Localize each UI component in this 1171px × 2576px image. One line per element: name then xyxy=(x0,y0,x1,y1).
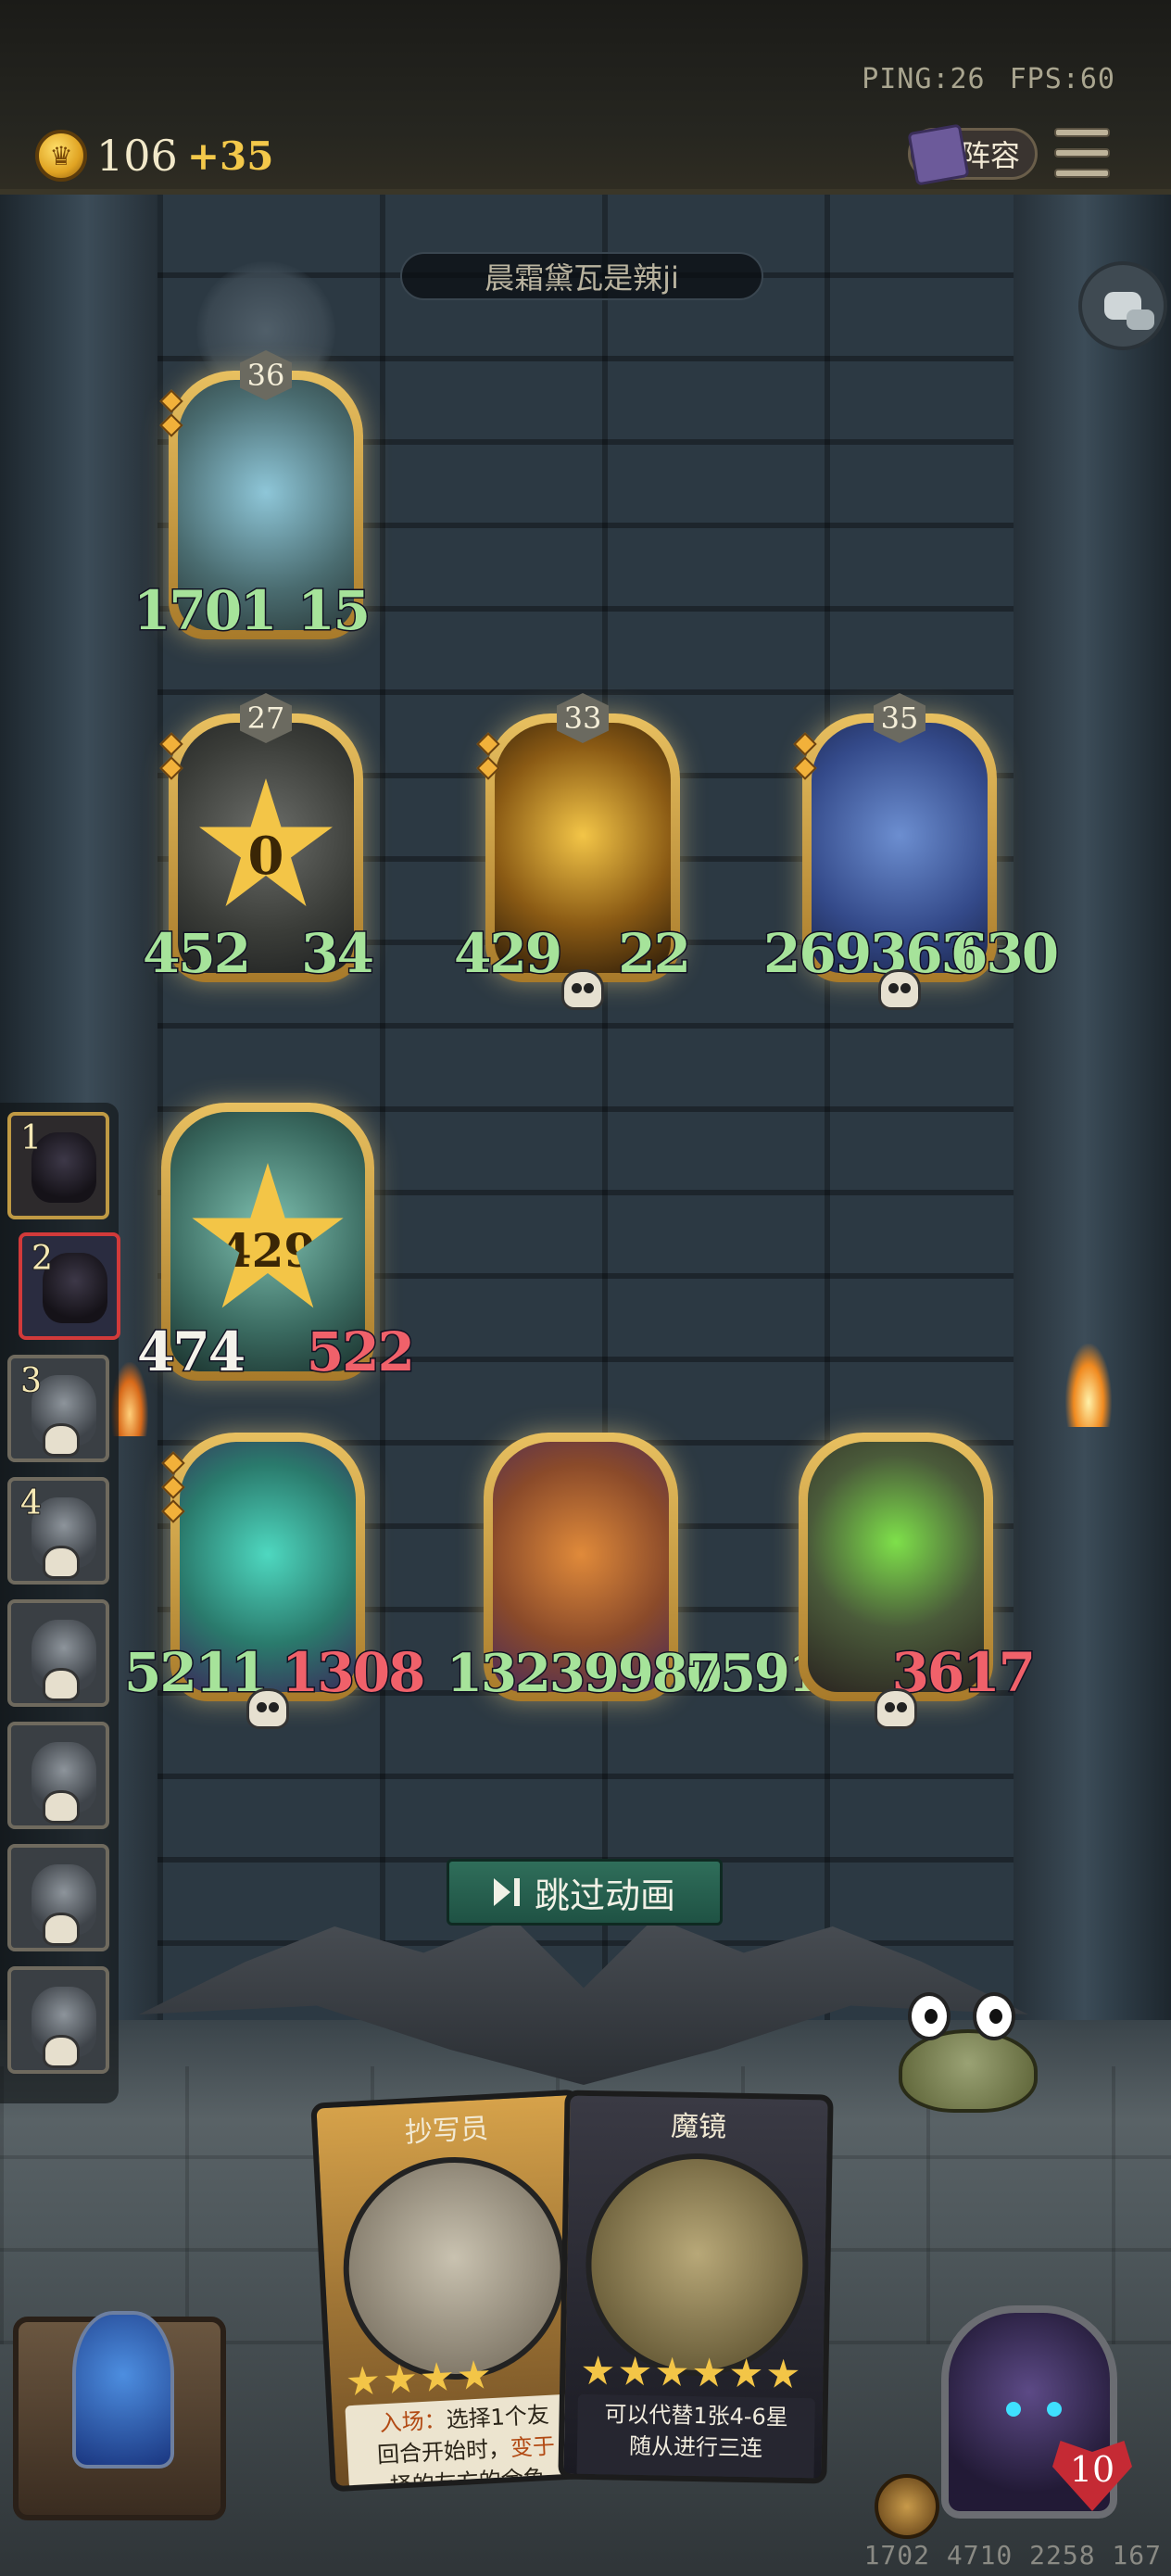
card-stars xyxy=(346,2359,491,2398)
player-minion[interactable]: 3617 xyxy=(799,1433,1038,1729)
pet-chest[interactable] xyxy=(13,2311,226,2520)
player-hero-portrait[interactable]: 10 xyxy=(941,2305,1132,2519)
torch-right xyxy=(1065,1344,1112,1427)
skip-icon xyxy=(493,1878,520,1906)
gold-coin-icon: ♛ xyxy=(35,130,87,182)
crab-pet[interactable] xyxy=(871,1992,1065,2122)
opponent-minion[interactable]: 35 269363 630 xyxy=(762,693,1061,1010)
crab-eye xyxy=(908,1992,951,2040)
right-pillar xyxy=(1014,195,1171,2076)
minion-health: 3617 xyxy=(890,1641,1037,1704)
hand-card[interactable]: 魔镜 可以代替1张4-6星 随从进行三连 xyxy=(558,2090,834,2484)
card-portrait xyxy=(337,2151,572,2386)
crab-eye xyxy=(973,1992,1015,2040)
hand-card[interactable]: 抄写员 入场：选择1个友 回合开始时，变于 择的友方的余鱼 xyxy=(310,2089,599,2493)
network-status: PING:26 FPS:60 xyxy=(862,63,1115,95)
deathrattle-skull-icon xyxy=(246,1688,289,1729)
card-name: 魔镜 xyxy=(670,2110,727,2144)
menu-icon[interactable] xyxy=(1054,128,1110,178)
eliminated-skull-icon xyxy=(43,1546,80,1579)
gold-display: ♛ 106 +35 xyxy=(35,130,273,182)
blue-pet-icon xyxy=(72,2311,174,2469)
minion-health: 522 xyxy=(305,1320,416,1383)
minion-health: 1308 xyxy=(280,1641,426,1704)
minion-health: 630 xyxy=(949,922,1060,985)
eliminated-skull-icon xyxy=(43,1913,80,1946)
minion-attack: 1701 xyxy=(132,579,278,642)
opponent-roster: 1 2 3 4 xyxy=(0,1103,120,2103)
eliminated-skull-icon xyxy=(43,1668,80,1701)
roster-item[interactable] xyxy=(7,1722,109,1829)
hero-power-button[interactable] xyxy=(875,2474,939,2539)
opponent-minion[interactable]: 27 0 452 34 xyxy=(141,693,375,982)
skip-animation-button[interactable]: 跳过动画 xyxy=(447,1859,723,1926)
minion-attack: 474 xyxy=(135,1320,246,1383)
roster-item[interactable] xyxy=(7,1966,109,2074)
roster-item[interactable]: 1 xyxy=(7,1112,109,1219)
top-bar: PING:26 FPS:60 ♛ 106 +35 阵容 xyxy=(0,0,1171,195)
roster-item[interactable] xyxy=(7,1844,109,1951)
minion-health: 34 xyxy=(300,922,376,985)
ping-readout: PING:26 xyxy=(862,63,986,95)
gold-income: +35 xyxy=(186,133,274,179)
chat-button[interactable] xyxy=(1078,261,1167,350)
skip-label: 跳过动画 xyxy=(534,1875,675,1916)
roster-rank: 1 xyxy=(19,1118,43,1158)
opponent-name: 晨霜黛瓦是辣ji xyxy=(400,252,763,300)
player-id: 1702 4710 2258 167 xyxy=(863,2540,1162,2570)
minion-attack: 429 xyxy=(452,922,563,985)
roster-item[interactable] xyxy=(7,1599,109,1707)
roster-rank: 2 xyxy=(31,1239,54,1279)
player-minion[interactable]: 13239980 75910 xyxy=(446,1433,860,1701)
player-minion[interactable]: 5211 1308 xyxy=(122,1433,427,1729)
book-icon xyxy=(907,123,970,186)
card-name: 抄写员 xyxy=(404,2112,489,2150)
minion-attack: 13239980 xyxy=(446,1643,724,1704)
opponent-minion[interactable]: 36 1701 15 xyxy=(132,350,371,639)
lineup-label: 阵容 xyxy=(960,138,1020,173)
minion-attack: 269363 xyxy=(762,922,979,985)
deathrattle-skull-icon xyxy=(878,969,921,1010)
eliminated-skull-icon xyxy=(43,1423,80,1457)
deathrattle-skull-icon xyxy=(561,969,604,1010)
roster-rank: 3 xyxy=(19,1361,43,1401)
roster-item[interactable]: 4 xyxy=(7,1477,109,1585)
eliminated-skull-icon xyxy=(43,1790,80,1824)
minion-attack: 452 xyxy=(141,922,252,985)
minion-health: 22 xyxy=(617,922,693,985)
fps-readout: FPS:60 xyxy=(1009,63,1115,95)
card-description: 入场：选择1个友 回合开始时，变于 择的友方的余鱼 xyxy=(345,2393,586,2492)
roster-rank: 4 xyxy=(19,1484,43,1523)
minion-health: 15 xyxy=(296,579,372,642)
player-minion[interactable]: 429 474 522 xyxy=(135,1103,417,1381)
minion-attack: 5211 xyxy=(122,1641,269,1704)
card-stars xyxy=(582,2355,800,2391)
roster-item[interactable]: 3 xyxy=(7,1355,109,1462)
card-description: 可以代替1张4-6星 随从进行三连 xyxy=(576,2393,815,2482)
game-stage: PING:26 FPS:60 ♛ 106 +35 阵容 晨霜黛瓦是辣ji 36 1… xyxy=(0,0,1171,2576)
card-portrait xyxy=(584,2151,811,2379)
eliminated-skull-icon xyxy=(43,2035,80,2068)
opponent-minion[interactable]: 33 429 22 xyxy=(452,693,692,1010)
gold-amount: 106 xyxy=(96,131,178,181)
deathrattle-skull-icon xyxy=(875,1688,917,1729)
roster-item-selected[interactable]: 2 xyxy=(19,1232,120,1340)
